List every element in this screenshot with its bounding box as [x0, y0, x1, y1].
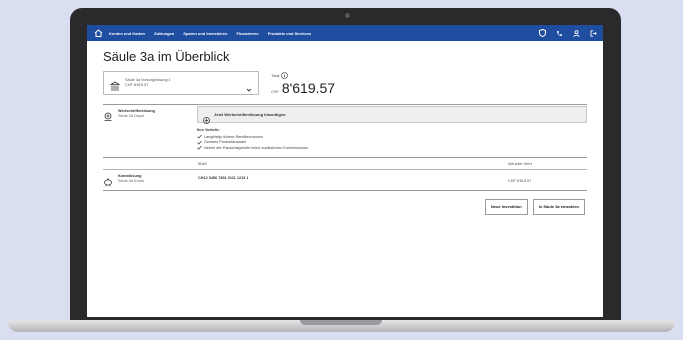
add-securities-button[interactable]: Jetzt Wertschriftenlösung hinzufügen	[197, 106, 587, 124]
page-title: Säule 3a im Überblick	[103, 49, 230, 64]
nav-item-products[interactable]: Produkte und Services	[268, 31, 311, 36]
total-block: Total CHF 8'619.57	[271, 71, 335, 96]
column-header-value: Aktueller Wert	[508, 161, 532, 166]
piggy-bank-icon	[103, 174, 113, 186]
depot-subtitle: Säule 3a Depot	[118, 114, 145, 118]
check-icon	[197, 140, 202, 145]
deposit-button[interactable]: In Säule 3a einzahlen	[532, 198, 585, 215]
account-subtitle: Säule 3a Konto	[118, 178, 144, 183]
check-icon	[197, 145, 202, 150]
add-securities-label: Jetzt Wertschriftenlösung hinzufügen	[214, 112, 286, 117]
depot-section: Wertschriftenlösung Säule 3a Depot Jetzt…	[103, 105, 587, 151]
benefit-text: Neben der Pauschalgebühr keine zusätzlic…	[204, 145, 309, 150]
account-title: Kontolösung	[118, 173, 142, 178]
home-icon[interactable]	[93, 28, 103, 38]
account-iban: CH12 3456 7891 0111 1213 1	[198, 175, 249, 180]
account-value: CHF 8'619.57	[508, 178, 532, 183]
total-currency: CHF	[271, 90, 279, 94]
total-amount: 8'619.57	[281, 80, 336, 96]
select-line-balance: CHF 8'619.57	[125, 83, 149, 87]
shield-icon[interactable]	[538, 29, 546, 37]
depot-icon	[103, 109, 113, 121]
main-content: Säule 3a im Überblick Säule 3a Vorsorgel…	[87, 41, 603, 215]
benefits-list: Ihre Vorteile: Langfristig höhere Rendit…	[197, 123, 587, 151]
benefits-heading: Ihre Vorteile:	[197, 128, 220, 132]
new-investment-button[interactable]: Neue Investition	[484, 198, 528, 215]
laptop-notch	[300, 320, 382, 325]
list-item: Neben der Pauschalgebühr keine zusätzlic…	[197, 145, 587, 151]
nav-item-savings[interactable]: Sparen und Investieren	[183, 31, 227, 36]
bank-icon	[109, 78, 121, 91]
laptop-screen: Konten und Karten Zahlungen Sparen und I…	[87, 25, 603, 317]
table-row[interactable]: Kontolösung Säule 3a Konto CH12 3456 789…	[103, 170, 587, 191]
accounts-table-header: IBAN Aktueller Wert	[103, 158, 587, 170]
user-icon[interactable]	[572, 29, 580, 37]
nav-item-financing[interactable]: Finanzieren	[236, 31, 258, 36]
plus-circle-icon	[203, 111, 210, 124]
pension-solution-select[interactable]: Säule 3a Vorsorgelösung 1 CHF 8'619.57	[103, 71, 259, 95]
nav-item-payments[interactable]: Zahlungen	[154, 31, 174, 36]
chevron-down-icon[interactable]	[246, 80, 252, 92]
benefit-text: Langfristig höhere Renditechancen	[204, 134, 263, 139]
logout-icon[interactable]	[589, 29, 597, 37]
benefit-text: Grosses Produktauswahl	[204, 140, 247, 145]
nav-item-accounts[interactable]: Konten und Karten	[109, 31, 145, 36]
info-icon[interactable]	[281, 72, 289, 79]
action-buttons: Neue Investition In Säule 3a einzahlen	[103, 198, 587, 215]
top-navigation: Konten und Karten Zahlungen Sparen und I…	[87, 25, 603, 41]
phone-icon[interactable]	[555, 29, 563, 37]
total-label: Total	[271, 73, 280, 78]
camera-dot	[345, 13, 350, 18]
check-icon	[197, 134, 202, 139]
column-header-iban: IBAN	[198, 161, 207, 166]
